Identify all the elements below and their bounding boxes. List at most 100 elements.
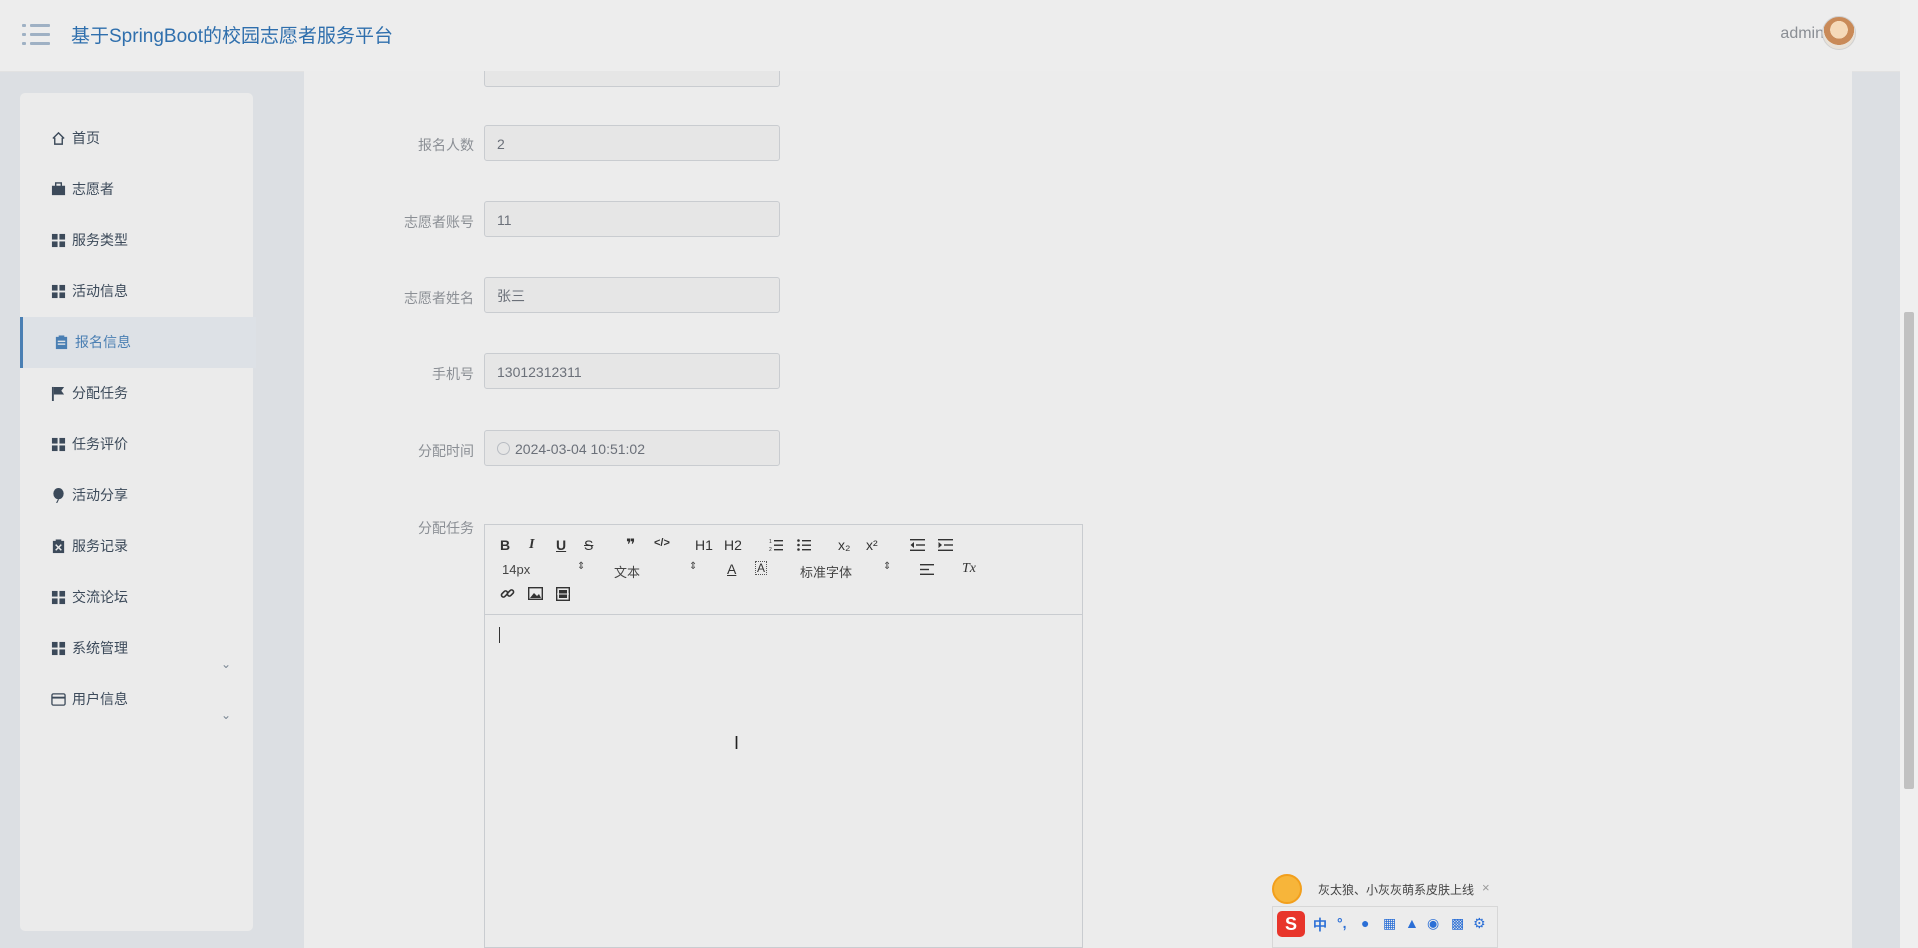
grid-icon — [51, 233, 66, 248]
sidebar-item-task-evaluation[interactable]: 任务评价 — [20, 419, 253, 470]
sidebar-item-volunteers[interactable]: 志愿者 — [20, 164, 253, 215]
microphone-icon[interactable]: ● — [1361, 915, 1369, 931]
page-scrollbar[interactable] — [1900, 0, 1918, 948]
sogou-logo-icon[interactable]: S — [1277, 911, 1305, 937]
mouse-cursor-icon: I — [734, 733, 740, 753]
assign-time-value: 2024-03-04 10:51:02 — [515, 441, 645, 457]
keyboard-icon[interactable]: ▦ — [1383, 915, 1396, 932]
settings-icon[interactable]: ⚙ — [1473, 915, 1486, 932]
field-label: 分配时间 — [418, 443, 474, 459]
grid-icon — [51, 590, 66, 605]
username[interactable]: admin — [1780, 25, 1824, 43]
sidebar-item-label: 服务记录 — [72, 538, 128, 554]
sidebar-item-label: 首页 — [72, 130, 100, 146]
code-button[interactable]: </> — [654, 537, 670, 549]
underline-button[interactable]: U — [556, 537, 566, 553]
game-icon[interactable]: ◉ — [1427, 915, 1439, 932]
flag-icon — [51, 386, 65, 401]
ordered-list-icon[interactable]: 12 — [769, 538, 783, 552]
h2-button[interactable]: H2 — [724, 537, 742, 553]
grid-icon — [51, 284, 66, 299]
image-icon[interactable] — [528, 587, 543, 600]
signup-count-input[interactable]: 2 — [484, 125, 780, 161]
align-icon[interactable] — [920, 563, 934, 576]
sidebar-item-home[interactable]: 首页 — [20, 113, 253, 164]
link-icon[interactable] — [500, 586, 515, 601]
italic-button[interactable]: I — [529, 537, 534, 553]
clear-format-button[interactable]: Tx — [962, 561, 976, 577]
close-icon[interactable]: × — [1482, 880, 1490, 895]
strike-button[interactable]: S — [584, 537, 593, 553]
sidebar-item-label: 服务类型 — [72, 232, 128, 248]
video-icon[interactable] — [556, 587, 570, 601]
sidebar-item-label: 报名信息 — [75, 334, 131, 350]
skin-icon[interactable]: ▲ — [1405, 915, 1419, 931]
menu-toggle-icon[interactable] — [22, 22, 50, 48]
font-color-button[interactable]: A — [727, 561, 736, 577]
chevron-updown-icon: ⇕ — [577, 561, 586, 572]
phone-input[interactable]: 13012312311 — [484, 353, 780, 389]
blockquote-button[interactable]: ❞ — [626, 535, 635, 555]
clock-icon — [497, 442, 510, 455]
editor-toolbar: B I U S ❞ </> H1 H2 12 x₂ x² 14px ⇕ 文本 ⇕… — [485, 525, 1082, 615]
volunteer-account-input[interactable]: 11 — [484, 201, 780, 237]
field-label: 手机号 — [432, 366, 474, 382]
sidebar-item-service-records[interactable]: 服务记录 — [20, 521, 253, 572]
clipboard-x-icon — [52, 539, 65, 554]
sidebar-item-registrations[interactable]: 报名信息 — [20, 317, 256, 368]
svg-text:1: 1 — [769, 539, 772, 545]
sidebar-item-label: 活动信息 — [72, 283, 128, 299]
field-label: 志愿者账号 — [404, 214, 474, 230]
ime-mode-toggle[interactable]: 中 — [1313, 915, 1327, 935]
bold-button[interactable]: B — [500, 537, 510, 553]
assign-time-input[interactable]: 2024-03-04 10:51:02 — [484, 430, 780, 466]
app-title: 基于SpringBoot的校园志愿者服务平台 — [71, 26, 394, 47]
indent-icon[interactable] — [938, 538, 953, 552]
chevron-down-icon: ⌄ — [220, 708, 231, 722]
home-icon — [52, 131, 65, 145]
chevron-updown-icon: ⇕ — [883, 561, 892, 572]
bullet-list-icon[interactable] — [797, 538, 811, 552]
apps-icon[interactable]: ▩ — [1451, 915, 1464, 932]
text-style-select[interactable]: 文本 — [614, 562, 640, 581]
sidebar-item-label: 志愿者 — [72, 181, 114, 197]
subscript-button[interactable]: x₂ — [838, 537, 850, 553]
sidebar-item-label: 交流论坛 — [72, 589, 128, 605]
field-label: 分配任务 — [418, 520, 474, 536]
grid-icon — [51, 437, 66, 452]
clipboard-icon — [55, 335, 68, 350]
sidebar-item-label: 分配任务 — [72, 385, 128, 401]
balloon-icon — [53, 488, 64, 503]
sidebar-item-system-management[interactable]: 系统管理 ⌄ — [20, 623, 253, 674]
sidebar-item-forum[interactable]: 交流论坛 — [20, 572, 253, 623]
sidebar-item-activity-sharing[interactable]: 活动分享 — [20, 470, 253, 521]
sidebar-item-label: 用户信息 — [72, 691, 128, 707]
scrollbar-thumb[interactable] — [1904, 312, 1914, 789]
ime-notification: 灰太狼、小灰灰萌系皮肤上线 × — [1272, 872, 1494, 904]
wallet-icon — [51, 693, 66, 706]
outdent-icon[interactable] — [910, 538, 925, 552]
sidebar-item-user-info[interactable]: 用户信息 ⌄ — [20, 674, 253, 725]
sidebar: 首页 志愿者 服务类型 活动信息 报名信息 分配任务 任务评价 活动分享 服务记… — [20, 93, 256, 931]
ime-toolbar: S 中 °, ● ▦ ▲ ◉ ▩ ⚙ — [1272, 906, 1498, 948]
font-size-select[interactable]: 14px — [502, 562, 530, 577]
svg-text:2: 2 — [769, 547, 772, 552]
field-label: 志愿者姓名 — [404, 290, 474, 306]
background-color-button[interactable]: A — [755, 561, 768, 575]
volunteer-name-input[interactable]: 张三 — [484, 277, 780, 313]
sidebar-item-service-types[interactable]: 服务类型 — [20, 215, 253, 266]
h1-button[interactable]: H1 — [695, 537, 713, 553]
font-family-select[interactable]: 标准字体 — [800, 562, 852, 581]
ime-tip-text: 灰太狼、小灰灰萌系皮肤上线 — [1318, 883, 1475, 897]
superscript-button[interactable]: x² — [866, 537, 878, 553]
field-label: 报名人数 — [418, 137, 474, 153]
top-bar: 基于SpringBoot的校园志愿者服务平台 admin — [0, 0, 1900, 72]
sidebar-item-label: 活动分享 — [72, 487, 128, 503]
avatar[interactable] — [1822, 16, 1856, 50]
sun-icon — [1272, 874, 1302, 904]
sidebar-item-activities[interactable]: 活动信息 — [20, 266, 253, 317]
text-caret — [499, 627, 500, 643]
sidebar-item-assign-tasks[interactable]: 分配任务 — [20, 368, 253, 419]
grid-icon — [51, 641, 66, 656]
ime-punctuation-toggle[interactable]: °, — [1337, 915, 1347, 931]
